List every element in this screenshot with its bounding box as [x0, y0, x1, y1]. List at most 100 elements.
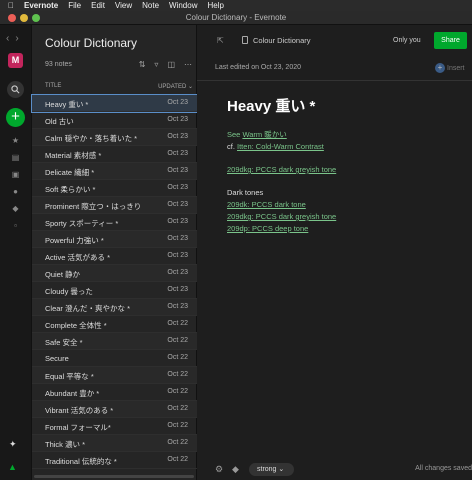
- note-date: Oct 23: [167, 116, 188, 123]
- search-button[interactable]: [7, 81, 24, 98]
- note-list-panel: Colour Dictionary 93 notes ⇅ ▿ ◫ ⋯ TITLE…: [31, 25, 198, 480]
- tag-chip[interactable]: strong ⌄: [249, 463, 294, 476]
- cf-prefix: cf.: [227, 142, 238, 151]
- insert-button[interactable]: + Insert: [435, 63, 465, 73]
- tone-link-209dp[interactable]: 209dp: PCCS deep tone: [227, 224, 308, 233]
- list-item[interactable]: Active 活気がある * Oct 23: [32, 248, 197, 265]
- list-item[interactable]: Clear 澄んだ・爽やかな * Oct 23: [32, 299, 197, 316]
- notebook-title: Colour Dictionary: [45, 36, 138, 50]
- list-item[interactable]: Abundant 豊か * Oct 22: [32, 384, 197, 401]
- list-item[interactable]: Sporty スポーティー * Oct 23: [32, 214, 197, 231]
- list-item[interactable]: Soft 柔らかい * Oct 23: [32, 180, 197, 197]
- notebooks-icon[interactable]: ▣: [10, 169, 21, 180]
- tag-icon[interactable]: ◆: [10, 203, 21, 214]
- back-arrow-icon[interactable]: ‹: [6, 33, 9, 44]
- more-options-icon[interactable]: ⋯: [184, 60, 192, 69]
- note-title: Old 古い: [45, 117, 74, 126]
- warm-link[interactable]: Warm 暖かい: [242, 130, 286, 139]
- notebook-breadcrumb[interactable]: Colour Dictionary: [253, 36, 311, 45]
- list-item[interactable]: Secure Oct 22: [32, 350, 197, 367]
- note-title: Heavy 重い *: [45, 100, 89, 109]
- share-button[interactable]: Share: [434, 32, 467, 49]
- menu-file[interactable]: File: [68, 1, 81, 10]
- list-item[interactable]: Material 素材感 * Oct 23: [32, 146, 197, 163]
- window-title: Colour Dictionary - Evernote: [185, 13, 287, 22]
- list-item[interactable]: Complete 全体性 * Oct 22: [32, 316, 197, 333]
- sort-icon[interactable]: ⇅: [139, 60, 146, 69]
- menu-window[interactable]: Window: [169, 1, 197, 10]
- note-date: Oct 23: [167, 184, 188, 191]
- left-rail: ‹ › M + ★ ▤ ▣ ● ◆ ▫ ✦ ▲: [0, 25, 32, 480]
- tone-link-209dk[interactable]: 209dk: PCCS dark tone: [227, 200, 306, 209]
- list-item[interactable]: Prominent 際立つ・はっきり Oct 23: [32, 197, 197, 214]
- reminder-icon[interactable]: ⚙: [215, 464, 223, 475]
- note-title: Active 活気がある *: [45, 253, 111, 262]
- list-item[interactable]: Safe 安全 * Oct 22: [32, 333, 197, 350]
- menu-note[interactable]: Note: [142, 1, 159, 10]
- view-options-icon[interactable]: ◫: [167, 60, 175, 69]
- forward-arrow-icon[interactable]: ›: [15, 33, 18, 44]
- note-title: Clear 澄んだ・爽やかな *: [45, 304, 131, 313]
- column-header: TITLE UPDATED ⌄: [32, 83, 197, 93]
- trash-icon[interactable]: ▫: [10, 220, 21, 231]
- note-body[interactable]: Heavy 重い * See Warm 暖かい cf. Itten: Cold-…: [227, 95, 467, 235]
- note-date: Oct 23: [167, 303, 188, 310]
- notebook-icon: [242, 36, 248, 44]
- tone-link-209dkg-2[interactable]: 209dkg: PCCS dark greyish tone: [227, 212, 336, 221]
- see-prefix: See: [227, 130, 243, 139]
- list-item[interactable]: Calm 穏やか・落ち着いた * Oct 23: [32, 129, 197, 146]
- list-item[interactable]: Heavy 重い * Oct 23: [31, 94, 198, 113]
- itten-link[interactable]: Itten: Cold-Warm Contrast: [237, 142, 324, 151]
- sparkle-icon[interactable]: ✦: [9, 439, 17, 450]
- menu-edit[interactable]: Edit: [91, 1, 105, 10]
- menu-help[interactable]: Help: [207, 1, 223, 10]
- menu-view[interactable]: View: [115, 1, 132, 10]
- sync-status-icon[interactable]: ▲: [8, 462, 22, 472]
- list-item[interactable]: Thick 濃い * Oct 22: [32, 435, 197, 452]
- list-item[interactable]: Formal フォーマル* Oct 22: [32, 418, 197, 435]
- note-date: Oct 23: [167, 269, 188, 276]
- chevron-down-icon: ⌄: [278, 466, 285, 473]
- note-date: Oct 22: [167, 320, 188, 327]
- note-rows: Heavy 重い * Oct 23 Old 古い Oct 23 Calm 穏やか・落…: [31, 94, 198, 469]
- tone-link-209dkg[interactable]: 209dkg: PCCS dark greyish tone: [227, 165, 336, 174]
- cf-line: cf. Itten: Cold-Warm Contrast: [227, 141, 467, 153]
- history-nav: ‹ ›: [6, 33, 19, 44]
- new-note-button[interactable]: +: [6, 108, 25, 127]
- note-title: Secure: [45, 354, 69, 363]
- dark-tones-label: Dark tones: [227, 188, 264, 197]
- list-item[interactable]: Delicate 繊細 * Oct 23: [32, 163, 197, 180]
- filter-icon[interactable]: ▿: [154, 60, 158, 69]
- list-scrollbar[interactable]: [34, 475, 194, 478]
- note-title: Complete 全体性 *: [45, 321, 107, 330]
- updated-column-header[interactable]: UPDATED ⌄: [158, 83, 193, 90]
- star-icon[interactable]: ★: [10, 135, 21, 146]
- note-date: Oct 23: [167, 201, 188, 208]
- account-avatar[interactable]: M: [8, 53, 23, 68]
- list-item[interactable]: Quiet 静か Oct 23: [32, 265, 197, 282]
- tag-icon[interactable]: ◆: [232, 464, 239, 475]
- menu-app-name[interactable]: Evernote: [24, 1, 58, 10]
- title-column-header[interactable]: TITLE: [45, 83, 61, 89]
- note-date: Oct 22: [167, 405, 188, 412]
- list-item[interactable]: Powerful 力強い * Oct 23: [32, 231, 197, 248]
- note-date: Oct 22: [167, 439, 188, 446]
- apple-menu-icon[interactable]: : [8, 1, 14, 10]
- list-item[interactable]: Equal 平等な * Oct 22: [32, 367, 197, 384]
- list-item[interactable]: Traditional 伝統的な * Oct 22: [32, 452, 197, 469]
- note-date: Oct 23: [167, 252, 188, 259]
- note-title: Sporty スポーティー *: [45, 219, 119, 228]
- list-item[interactable]: Cloudy 曇った Oct 23: [32, 282, 197, 299]
- notes-icon[interactable]: ▤: [10, 152, 21, 163]
- see-line: See Warm 暖かい: [227, 129, 467, 141]
- note-title: Formal フォーマル*: [45, 423, 111, 432]
- note-title-heading[interactable]: Heavy 重い *: [227, 95, 467, 116]
- shared-icon[interactable]: ●: [10, 186, 21, 197]
- list-item[interactable]: Old 古い Oct 23: [32, 112, 197, 129]
- note-date: Oct 22: [167, 354, 188, 361]
- note-title: Delicate 繊細 *: [45, 168, 95, 177]
- note-title: Thick 濃い *: [45, 440, 86, 449]
- note-title: Powerful 力強い *: [45, 236, 104, 245]
- list-item[interactable]: Vibrant 活気のある * Oct 22: [32, 401, 197, 418]
- expand-icon[interactable]: ⇱: [217, 36, 224, 45]
